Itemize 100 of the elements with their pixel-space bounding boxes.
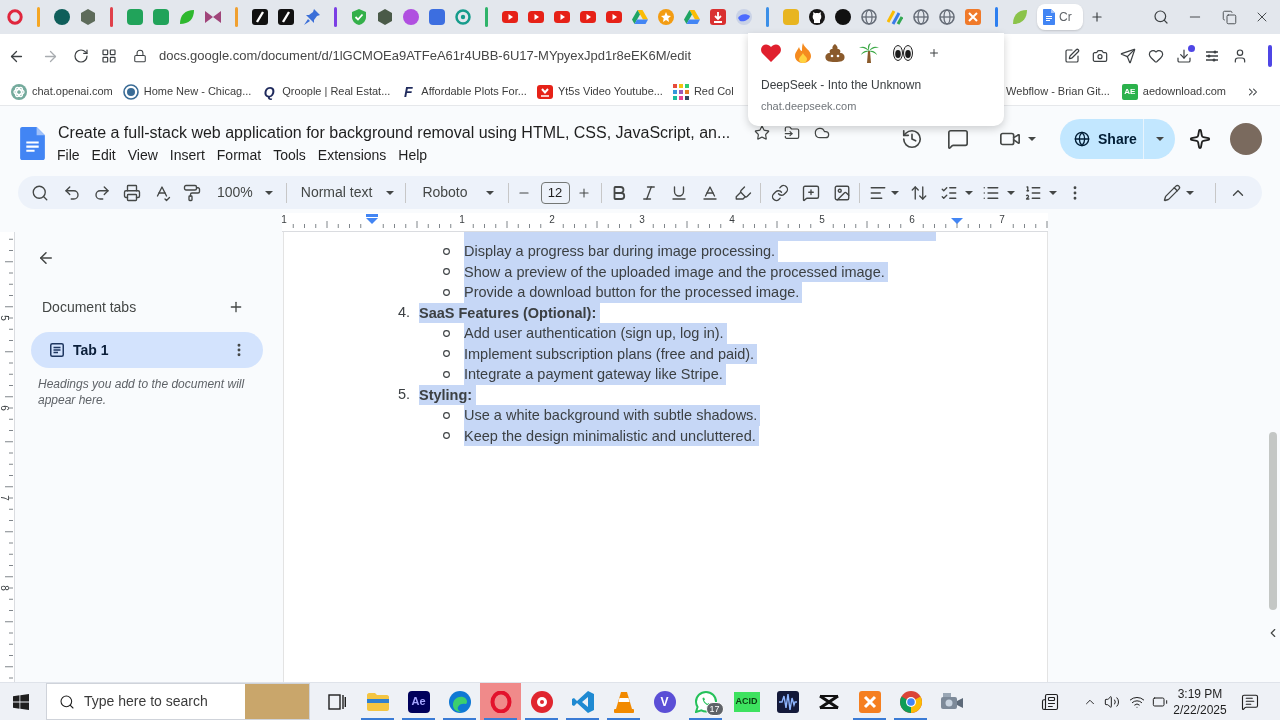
bookmark[interactable]: Q Qroople | Real Estat... (261, 83, 391, 100)
redo-icon[interactable] (93, 183, 111, 202)
browser-tab[interactable]: Cr (1037, 4, 1083, 30)
plus-icon[interactable] (576, 185, 591, 200)
start-icon[interactable] (13, 693, 29, 710)
menu-icon[interactable] (1204, 48, 1220, 64)
group-marker-icon[interactable] (995, 7, 998, 27)
avatar[interactable] (1230, 123, 1262, 155)
add-comment-icon[interactable] (801, 183, 820, 202)
group-marker-icon[interactable] (485, 7, 488, 27)
font-size-field[interactable]: 12 (540, 181, 570, 204)
search-field[interactable]: Type here to search (46, 683, 310, 720)
style-dropdown[interactable]: Normal text (300, 182, 395, 203)
news-icon[interactable] (1041, 692, 1059, 711)
globe-icon[interactable] (913, 9, 929, 25)
up-down-arrow-icon[interactable] (909, 183, 928, 202)
search-icon[interactable] (1153, 9, 1169, 25)
share-button[interactable]: Share (1060, 119, 1143, 159)
download-icon[interactable] (1176, 48, 1192, 64)
sparkle-icon[interactable] (1189, 128, 1211, 150)
underline-icon[interactable] (669, 183, 688, 202)
numbered-list-icon[interactable] (1023, 183, 1042, 202)
search-icon[interactable] (31, 183, 49, 202)
scroll-thumb[interactable] (1268, 432, 1277, 610)
star-icon[interactable] (658, 9, 674, 25)
shield-icon[interactable] (351, 9, 367, 25)
cat-icon[interactable] (809, 9, 825, 25)
heart-icon[interactable] (1148, 48, 1164, 64)
cloud-icon[interactable] (814, 125, 831, 141)
link-icon[interactable] (770, 183, 789, 202)
bookmark[interactable]: F Affordable Plots For... (400, 83, 527, 100)
bookmark[interactable]: Webflow - Brian Git... (1006, 83, 1110, 100)
play-icon[interactable] (502, 9, 518, 25)
bookmark[interactable]: Home New - Chicag... (122, 83, 252, 100)
reload-icon[interactable] (73, 48, 89, 64)
document-title[interactable]: Create a full-stack web application for background removal using HTML, CSS, JavaScript, an... (58, 122, 731, 144)
heart-icon[interactable] (761, 44, 781, 62)
caret-icon[interactable] (890, 190, 899, 195)
star-icon[interactable] (754, 125, 771, 141)
font-dropdown[interactable]: Roboto (422, 182, 494, 203)
clock-time[interactable]: 3:19 PM (1177, 685, 1223, 702)
clock-date[interactable]: 2/22/2025 (1173, 701, 1227, 718)
taskbar-button[interactable]: 17 (685, 683, 726, 720)
menu-item[interactable]: File (51, 145, 86, 165)
volume-icon[interactable] (1104, 693, 1120, 710)
url-field[interactable]: docs.google.com/document/d/1lGCMOEa9ATFeA61r4UBB-6U17-MYpyexJpd1r8eEK6M/edit (133, 41, 733, 71)
add-reaction-icon[interactable] (928, 47, 940, 59)
print-icon[interactable] (123, 183, 141, 202)
bow-icon[interactable] (205, 9, 221, 25)
menu-item[interactable]: View (121, 145, 164, 165)
bookmark[interactable]: AE aedownload.com (1121, 83, 1226, 100)
menu-item[interactable]: Help (392, 145, 434, 165)
zoom-dropdown[interactable]: 100% (217, 182, 273, 203)
download-icon[interactable] (710, 9, 726, 25)
menu-item[interactable]: Insert (163, 145, 211, 165)
group-marker-icon[interactable] (37, 7, 40, 27)
caret-icon[interactable] (1048, 190, 1057, 195)
group-marker-icon[interactable] (110, 7, 113, 27)
play-icon[interactable] (606, 9, 622, 25)
sidebar-handle-icon[interactable] (1268, 45, 1272, 67)
highlighter-icon[interactable] (733, 183, 752, 202)
globe-icon[interactable] (861, 9, 877, 25)
indent-marker-icon[interactable] (951, 218, 963, 225)
caret-icon[interactable] (1006, 190, 1015, 195)
caret-icon[interactable] (1186, 190, 1194, 195)
comment-icon[interactable] (947, 128, 969, 150)
caret-icon[interactable] (964, 190, 973, 195)
play-icon[interactable] (580, 9, 596, 25)
play-icon[interactable] (554, 9, 570, 25)
ring-icon[interactable] (7, 9, 23, 25)
triangle-icon[interactable] (684, 9, 700, 25)
eyes-icon[interactable] (893, 45, 913, 61)
edit-icon[interactable] (1064, 48, 1080, 64)
play-icon[interactable] (528, 9, 544, 25)
circle-icon[interactable] (835, 9, 851, 25)
pencil-icon[interactable] (1163, 183, 1181, 202)
restore-icon[interactable] (1222, 9, 1237, 25)
stripes-icon[interactable] (887, 9, 903, 25)
circle-icon[interactable] (54, 9, 70, 25)
swirl-icon[interactable] (455, 9, 471, 25)
move-folder-icon[interactable] (784, 125, 801, 141)
history-icon[interactable] (901, 128, 923, 150)
document-tab[interactable]: Tab 1 (31, 332, 263, 368)
slash-icon[interactable] (252, 9, 268, 25)
globe-icon[interactable] (939, 9, 955, 25)
group-marker-icon[interactable] (334, 7, 337, 27)
send-icon[interactable] (1120, 48, 1136, 64)
pile-icon[interactable] (825, 44, 845, 62)
menu-item[interactable]: Extensions (311, 145, 393, 165)
image-icon[interactable] (832, 183, 851, 202)
add-icon[interactable] (228, 299, 244, 315)
grid-icon[interactable] (101, 48, 117, 64)
bookmark[interactable]: chat.openai.com (11, 83, 113, 100)
notification-icon[interactable] (1241, 692, 1259, 711)
triangle-icon[interactable] (632, 9, 648, 25)
cube-icon[interactable] (80, 9, 96, 25)
square-icon[interactable] (429, 9, 445, 25)
menu-item[interactable]: Tools (267, 145, 312, 165)
caret-icon[interactable] (1028, 137, 1036, 141)
undo-icon[interactable] (63, 183, 81, 202)
